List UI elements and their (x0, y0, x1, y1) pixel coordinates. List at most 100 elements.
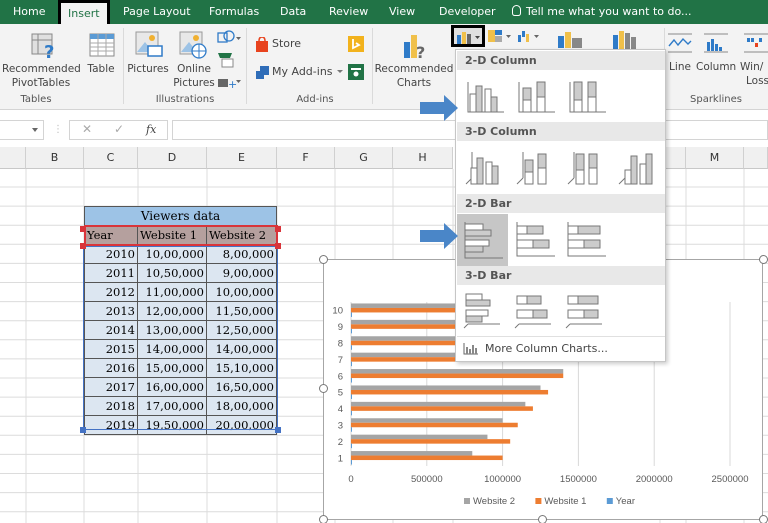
website-1-cell[interactable]: 10,50,000 (137, 263, 207, 283)
online-pictures-button[interactable]: Online Pictures (172, 26, 216, 92)
column-header-e[interactable]: E (207, 147, 277, 169)
insert-function-icon[interactable]: fx (146, 123, 156, 136)
tab-developer[interactable]: Developer (439, 0, 496, 24)
year-cell[interactable]: 2016 (84, 358, 138, 378)
year-cell[interactable]: 2017 (84, 377, 138, 397)
smartart-icon[interactable] (216, 50, 236, 68)
bar-year[interactable] (351, 427, 352, 432)
website-2-cell[interactable]: 14,00,000 (206, 339, 277, 359)
column-header-m[interactable]: M (686, 147, 744, 169)
range-handle[interactable] (80, 226, 86, 232)
tab-data[interactable]: Data (280, 0, 306, 24)
3d-column-option[interactable] (613, 144, 659, 190)
store-button[interactable]: Store (255, 36, 317, 54)
year-cell[interactable]: 2012 (84, 282, 138, 302)
column-header-f[interactable]: F (277, 147, 335, 169)
range-handle[interactable] (275, 427, 281, 433)
website-2-cell[interactable]: 9,00,000 (206, 263, 277, 283)
column-header-b[interactable]: B (26, 147, 84, 169)
bar-year[interactable] (351, 460, 352, 465)
legend-label[interactable]: Website 1 (544, 496, 586, 507)
year-cell[interactable]: 2018 (84, 396, 138, 416)
clustered-bar-option[interactable] (457, 214, 508, 266)
table-button[interactable]: Table (84, 26, 118, 92)
column-header-n[interactable] (744, 147, 768, 169)
website-2-cell[interactable]: 18,00,000 (206, 396, 277, 416)
header-website-2[interactable]: Website 2 (206, 225, 277, 245)
name-box[interactable] (0, 120, 44, 140)
clustered-column-option[interactable] (460, 72, 506, 118)
bar-website-2[interactable] (351, 451, 473, 456)
name-box-dropdown-icon[interactable] (32, 128, 38, 132)
website-1-cell[interactable]: 12,00,000 (137, 301, 207, 321)
bar-year[interactable] (351, 361, 352, 367)
column-header-d[interactable]: D (138, 147, 207, 169)
website-1-cell[interactable]: 14,00,000 (137, 339, 207, 359)
sparkline-column-button[interactable]: Column (696, 28, 736, 80)
bar-website-1[interactable] (351, 422, 518, 428)
website-2-cell[interactable]: 16,50,000 (206, 377, 277, 397)
header-year[interactable]: Year (84, 225, 138, 245)
bar-website-2[interactable] (351, 369, 564, 374)
column-header-g[interactable]: G (335, 147, 393, 169)
year-cell[interactable]: 2019 (84, 415, 138, 435)
tab-formulas[interactable]: Formulas (209, 0, 259, 24)
people-graph-icon[interactable] (348, 64, 364, 80)
bar-website-1[interactable] (351, 455, 503, 461)
bar-year[interactable] (351, 378, 352, 383)
website-2-cell[interactable]: 20,00,000 (206, 415, 277, 435)
year-cell[interactable]: 2011 (84, 263, 138, 283)
bar-website-1[interactable] (351, 389, 549, 395)
bar-website-2[interactable] (351, 401, 526, 407)
bar-website-2[interactable] (351, 434, 488, 440)
chart-resize-handle[interactable] (759, 515, 768, 523)
hierarchy-chart-icon[interactable] (487, 29, 513, 45)
3d-clustered-column-option[interactable] (460, 144, 506, 190)
chart-resize-handle[interactable] (319, 384, 328, 393)
range-handle[interactable] (80, 243, 86, 249)
column-header-h[interactable]: H (393, 147, 453, 169)
tab-insert[interactable]: Insert (58, 0, 110, 26)
bar-website-1[interactable] (351, 373, 564, 379)
year-cell[interactable]: 2013 (84, 301, 138, 321)
website-2-cell[interactable]: 11,50,000 (206, 301, 277, 321)
chart-resize-handle[interactable] (538, 515, 547, 523)
my-addins-button[interactable]: My Add-ins (255, 64, 347, 82)
range-handle[interactable] (275, 226, 281, 232)
formula-bar-grip[interactable]: ⋮ (53, 124, 63, 135)
bar-year[interactable] (351, 410, 352, 416)
more-column-charts-link[interactable]: More Column Charts... (457, 336, 665, 360)
bar-year[interactable] (351, 345, 352, 350)
website-1-cell[interactable]: 19,50,000 (137, 415, 207, 435)
range-handle[interactable] (275, 243, 281, 249)
website-1-cell[interactable]: 11,00,000 (137, 282, 207, 302)
recommended-pivottables-button[interactable]: ? Recommended PivotTables (2, 26, 81, 92)
bar-year[interactable] (351, 312, 352, 317)
bar-website-1[interactable] (351, 439, 511, 444)
3d-stacked-column-option[interactable] (511, 144, 557, 190)
year-cell[interactable]: 2010 (84, 244, 138, 264)
table-title[interactable]: Viewers data (84, 206, 277, 226)
header-website-1[interactable]: Website 1 (137, 225, 207, 245)
3d-map-icon[interactable] (611, 29, 639, 51)
legend-label[interactable]: Website 2 (473, 496, 515, 507)
cancel-icon[interactable]: ✕ (82, 122, 92, 136)
shapes-icon[interactable] (216, 29, 242, 47)
3d-100-stacked-bar-option[interactable] (562, 288, 608, 334)
tab-view[interactable]: View (389, 0, 415, 24)
3d-100-stacked-column-option[interactable] (562, 144, 608, 190)
range-handle[interactable] (80, 427, 86, 433)
website-1-cell[interactable]: 15,00,000 (137, 358, 207, 378)
bar-year[interactable] (351, 328, 352, 334)
column-header-c[interactable]: C (84, 147, 138, 169)
recommended-charts-button[interactable]: ? Recommended Charts (374, 26, 454, 92)
website-2-cell[interactable]: 8,00,000 (206, 244, 277, 264)
100-stacked-bar-option[interactable] (562, 216, 608, 262)
chart-resize-handle[interactable] (759, 255, 768, 264)
bar-website-1[interactable] (351, 406, 533, 411)
sparkline-winloss-button[interactable]: Win/ Loss (740, 28, 768, 88)
chart-resize-handle[interactable] (319, 515, 328, 523)
chart-resize-handle[interactable] (319, 255, 328, 264)
legend-label[interactable]: Year (616, 496, 635, 507)
year-cell[interactable]: 2014 (84, 320, 138, 340)
